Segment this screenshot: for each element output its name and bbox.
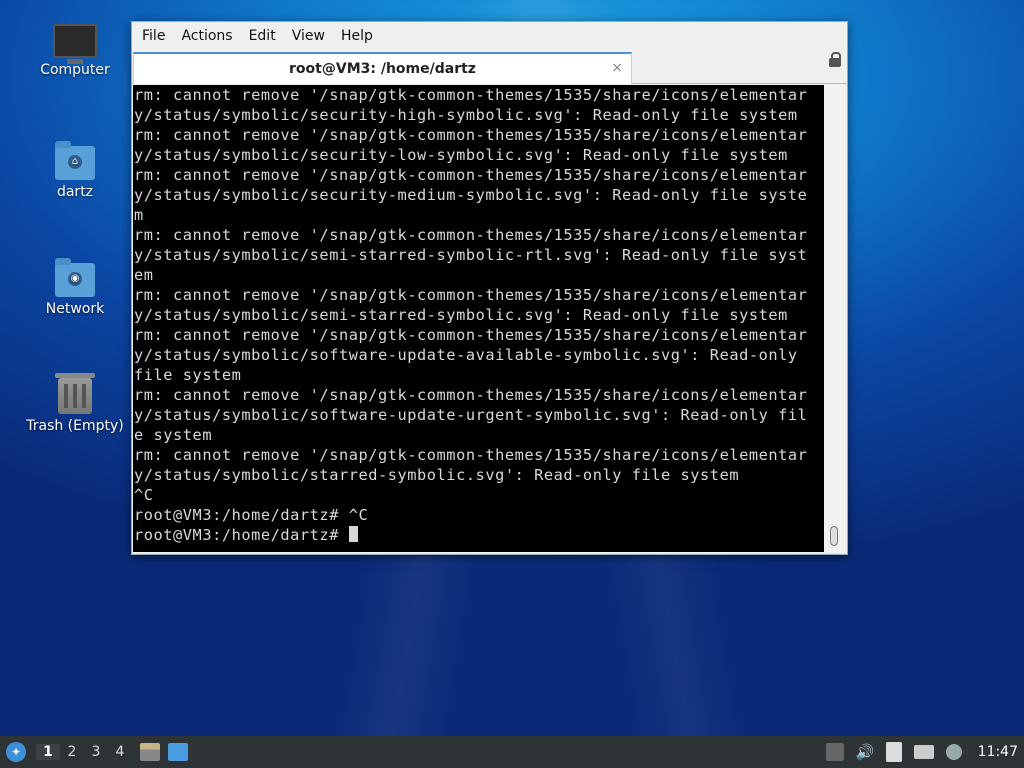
terminal-line: em [134,266,154,284]
terminal-line: rm: cannot remove '/snap/gtk-common-them… [134,326,808,344]
terminal-line: ^C [134,486,154,504]
terminal-line: file system [134,366,242,384]
tab-title: root@VM3: /home/dartz [289,61,476,77]
terminal-line: y/status/symbolic/semi-starred-symbolic-… [134,246,808,264]
terminal-line: rm: cannot remove '/snap/gtk-common-them… [134,286,808,304]
clock[interactable]: 11:47 [978,744,1018,760]
desktop-icon-trash[interactable]: Trash (Empty) [25,373,125,434]
terminal-output[interactable]: rm: cannot remove '/snap/gtk-common-them… [133,85,824,552]
file-manager-icon[interactable] [140,743,160,761]
menu-edit[interactable]: Edit [241,24,284,48]
terminal-line: y/status/symbolic/starred-symbolic.svg':… [134,466,740,484]
clipboard-icon[interactable] [885,742,902,762]
menu-help[interactable]: Help [333,24,381,48]
prompt-text: root@VM3:/home/dartz# [134,526,349,544]
terminal-line: y/status/symbolic/semi-starred-symbolic.… [134,306,788,324]
workspace-4[interactable]: 4 [108,744,132,760]
show-desktop-icon[interactable] [168,743,188,761]
desktop-icon-computer[interactable]: Computer [25,24,125,78]
terminal-line: rm: cannot remove '/snap/gtk-common-them… [134,226,808,244]
tab-close-button[interactable]: × [611,60,623,76]
computer-icon [53,24,97,64]
desktop-icon-network[interactable]: ◉ Network [25,258,125,317]
terminal-scrollbar[interactable] [824,85,845,552]
terminal-tab[interactable]: root@VM3: /home/dartz × [133,52,632,84]
tab-bar: root@VM3: /home/dartz × [132,49,847,84]
terminal-line: rm: cannot remove '/snap/gtk-common-them… [134,86,808,104]
terminal-line: rm: cannot remove '/snap/gtk-common-them… [134,386,808,404]
desktop-icon-dartz[interactable]: ⌂ dartz [25,141,125,200]
taskbar: ✦ 1 2 3 4 🔊 11:47 [0,736,1024,768]
terminal-line: root@VM3:/home/dartz# ^C [134,506,369,524]
desktop-icon-label: Network [45,301,105,317]
terminal-prompt-line: root@VM3:/home/dartz# [133,525,824,545]
update-notifier-icon[interactable] [945,744,962,760]
network-icon[interactable] [913,745,934,759]
workspace-2[interactable]: 2 [60,744,84,760]
lock-icon[interactable] [829,52,841,67]
terminal-line: y/status/symbolic/security-medium-symbol… [134,186,808,204]
desktop-icon-label: Trash (Empty) [26,418,124,434]
home-folder-icon: ⌂ [55,141,95,180]
network-folder-icon: ◉ [55,258,95,297]
terminal-line: y/status/symbolic/software-update-urgent… [134,406,808,424]
trash-icon [55,373,95,414]
terminal-line: e system [134,426,213,444]
menu-actions[interactable]: Actions [173,24,240,48]
terminal-line: y/status/symbolic/security-low-symbolic.… [134,146,788,164]
volume-icon[interactable]: 🔊 [856,743,875,761]
desktop-icon-label: Computer [40,62,110,78]
tray-arrow-icon[interactable] [825,743,844,761]
terminal-line: rm: cannot remove '/snap/gtk-common-them… [134,166,808,184]
terminal-line: y/status/symbolic/software-update-availa… [134,346,798,364]
terminal-window: File Actions Edit View Help root@VM3: /h… [131,21,848,555]
desktop-icon-label: dartz [56,184,94,200]
system-tray: 🔊 11:47 [820,736,1024,768]
text-cursor [348,526,358,542]
scrollbar-thumb[interactable] [830,526,838,546]
terminal-line: rm: cannot remove '/snap/gtk-common-them… [134,126,808,144]
terminal-line: m [134,206,144,224]
terminal-line: rm: cannot remove '/snap/gtk-common-them… [134,446,808,464]
menu-file[interactable]: File [134,24,173,48]
menu-bar: File Actions Edit View Help [132,22,847,49]
terminal-line: y/status/symbolic/security-high-symbolic… [134,106,798,124]
menu-view[interactable]: View [284,24,333,48]
workspace-1[interactable]: 1 [36,744,60,760]
workspace-3[interactable]: 3 [84,744,108,760]
whisker-menu-icon[interactable]: ✦ [6,742,26,762]
